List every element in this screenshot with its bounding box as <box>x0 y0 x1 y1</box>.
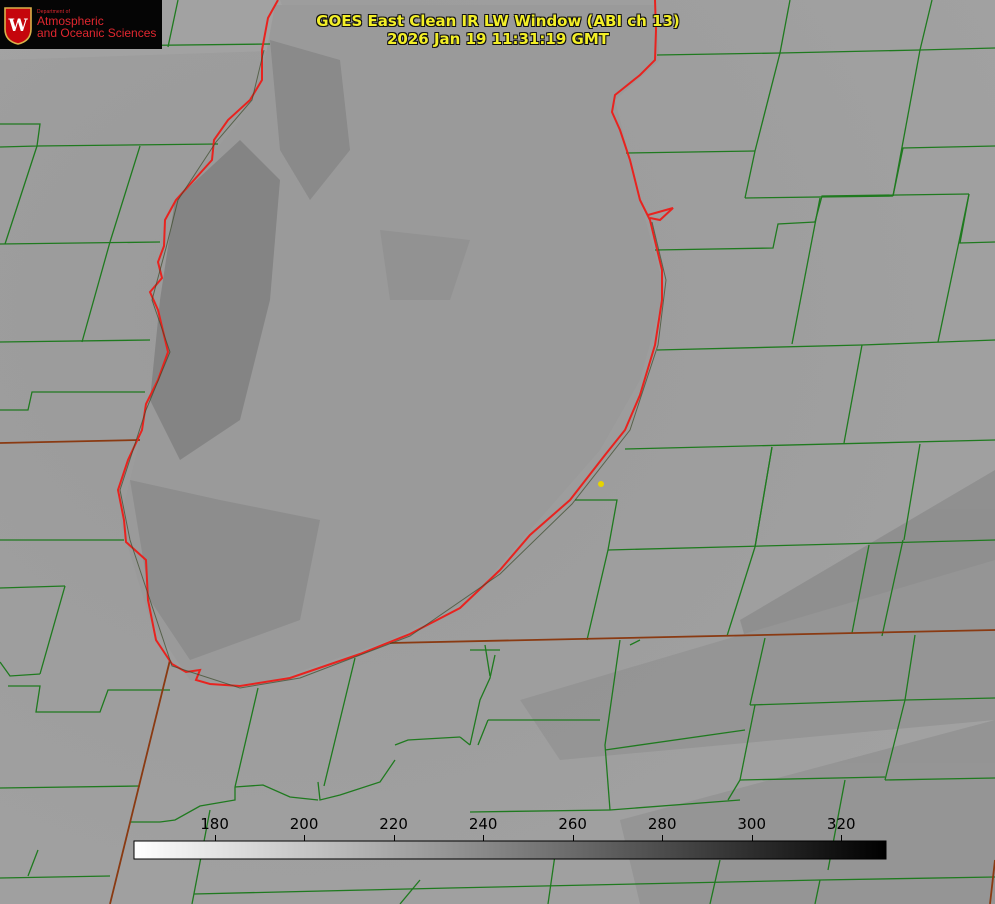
satellite-map <box>0 0 995 904</box>
svg-text:W: W <box>7 16 28 36</box>
logo-badge: W Department of Atmospheric and Oceanic … <box>0 0 162 49</box>
uw-seal-icon: W <box>4 6 32 45</box>
station-marker <box>598 481 604 487</box>
title-line-1: GOES East Clean IR LW Window (ABI ch 13) <box>316 12 680 30</box>
logo-line-2: and Oceanic Sciences <box>37 26 157 41</box>
image-title: GOES East Clean IR LW Window (ABI ch 13)… <box>298 12 698 48</box>
colorbar-gradient <box>133 840 887 860</box>
title-line-2: 2026 Jan 19 11:31:19 GMT <box>387 30 609 48</box>
